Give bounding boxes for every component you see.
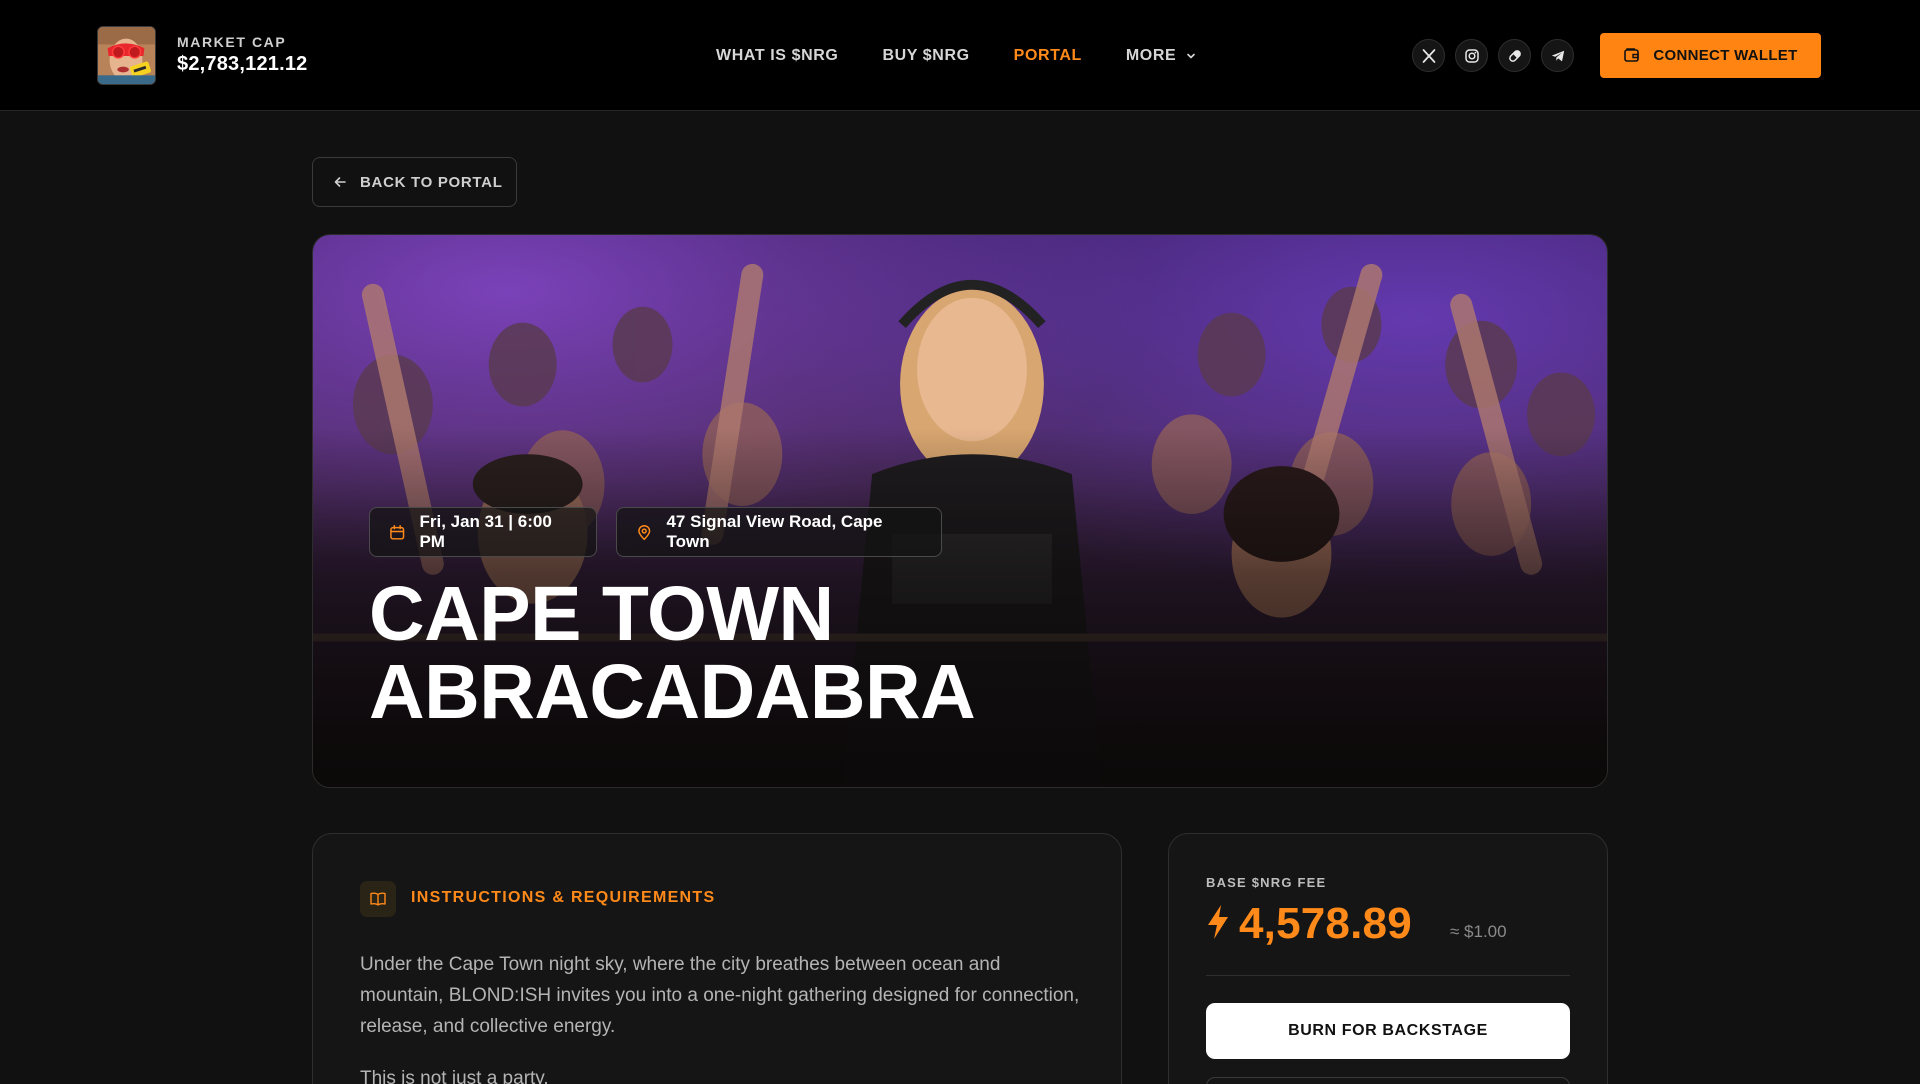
social-links [1412,39,1584,72]
telegram-social-button[interactable] [1541,39,1574,72]
brand-avatar-image [98,27,155,84]
instructions-heading: INSTRUCTIONS & REQUIREMENTS [411,889,716,906]
base-fee-amount: 4,578.89 [1239,899,1412,948]
lightning-bolt-icon [1208,905,1228,939]
base-fee-label: BASE $NRG FEE [1206,875,1327,890]
event-location-chip: 47 Signal View Road, Cape Town [616,507,942,557]
event-date-chip: Fri, Jan 31 | 6:00 PM [369,507,597,557]
fee-card: BASE $NRG FEE 4,578.89 ≈ $1.00 BURN FOR … [1168,833,1608,1084]
brand-logo[interactable] [97,26,156,85]
market-cap-value: $2,783,121.12 [177,53,308,75]
market-cap-label: MARKET CAP [177,34,287,50]
telegram-icon [1551,50,1564,61]
secondary-action-button[interactable] [1206,1077,1570,1084]
nav-more-dropdown[interactable]: MORE [1126,47,1197,65]
nav-portal[interactable]: PORTAL [1014,47,1082,65]
pill-icon [1508,49,1521,62]
main-nav: WHAT IS $NRG BUY $NRG PORTAL MORE [716,46,1241,66]
book-open-icon [370,892,386,906]
nav-more-label: MORE [1125,47,1177,64]
x-icon [1422,48,1435,63]
calendar-icon [390,524,405,540]
x-social-button[interactable] [1412,39,1445,72]
connect-wallet-label: CONNECT WALLET [1653,47,1798,64]
chevron-down-icon [1187,53,1196,59]
event-location: 47 Signal View Road, Cape Town [666,512,883,551]
connect-wallet-button[interactable]: CONNECT WALLET [1600,33,1821,78]
instagram-social-button[interactable] [1455,39,1488,72]
arrow-left-icon [334,177,346,187]
instructions-paragraph-2: This is not just a party. [360,1068,549,1084]
event-title: CAPE TOWN ABRACADABRA [369,575,1269,731]
map-pin-icon [638,524,651,540]
top-navigation-bar: MARKET CAP $2,783,121.12 WHAT IS $NRG BU… [0,0,1920,111]
wallet-icon [1624,48,1640,62]
burn-for-backstage-label: BURN FOR BACKSTAGE [1288,1022,1488,1039]
event-hero: Fri, Jan 31 | 6:00 PM 47 Signal View Roa… [312,234,1608,788]
nav-buy-nrg[interactable]: BUY $NRG [882,47,969,65]
book-icon-tile [360,881,396,917]
base-fee-usd-equivalent: ≈ $1.00 [1450,922,1507,941]
nav-what-is-nrg[interactable]: WHAT IS $NRG [716,47,838,65]
fee-divider [1206,975,1570,976]
instructions-paragraph-1: Under the Cape Town night sky, where the… [360,954,1080,1037]
back-to-portal-button[interactable]: BACK TO PORTAL [312,157,517,207]
event-date: Fri, Jan 31 | 6:00 PM [419,512,552,551]
event-title-line-2: ABRACADABRA [369,649,976,735]
event-title-line-1: CAPE TOWN [369,571,834,657]
instructions-card: INSTRUCTIONS & REQUIREMENTS Under the Ca… [312,833,1122,1084]
burn-for-backstage-button[interactable]: BURN FOR BACKSTAGE [1206,1003,1570,1059]
pill-social-button[interactable] [1498,39,1531,72]
instagram-icon [1464,48,1479,63]
back-to-portal-label: BACK TO PORTAL [360,173,503,191]
